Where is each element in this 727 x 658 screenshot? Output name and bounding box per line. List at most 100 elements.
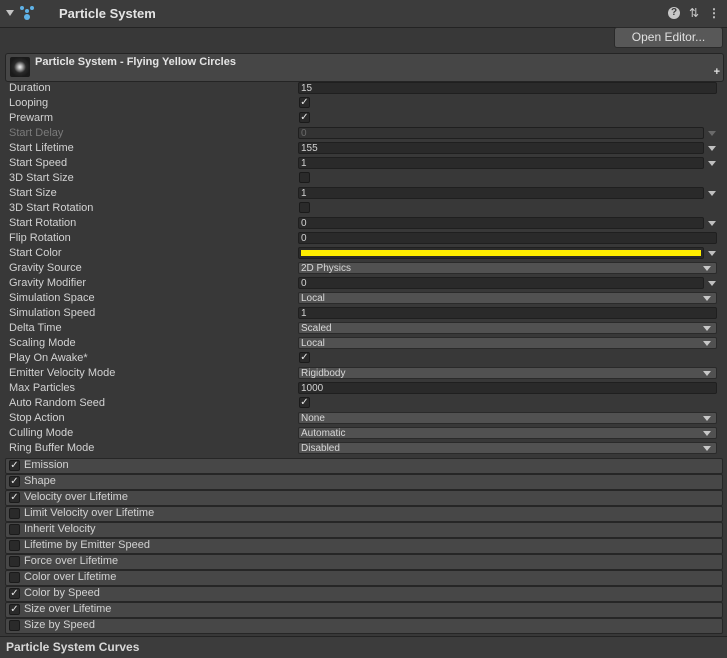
particle-system-curves-panel[interactable]: Particle System Curves <box>0 636 727 658</box>
kebab-menu-icon[interactable]: ⋮ <box>707 6 721 20</box>
module-emission[interactable]: ✓ Emission <box>5 458 723 474</box>
module-checkbox[interactable]: ✓ <box>9 476 20 487</box>
row-emitter-velocity-mode: Emitter Velocity Mode Rigidbody <box>0 366 727 381</box>
looping-checkbox[interactable]: ✓ <box>299 97 310 108</box>
main-module-header[interactable]: Particle System - Flying Yellow Circles … <box>5 53 724 82</box>
module-shape[interactable]: ✓ Shape <box>5 474 723 490</box>
module-checkbox[interactable] <box>9 572 20 583</box>
start-delay-field: 0 <box>298 127 704 139</box>
duration-field[interactable]: 15 <box>298 82 717 94</box>
row-start-rotation: Start Rotation 0 <box>0 216 727 231</box>
module-inherit-velocity[interactable]: Inherit Velocity <box>5 522 723 538</box>
gravity-modifier-field[interactable]: 0 <box>298 277 704 289</box>
module-label: Force over Lifetime <box>24 555 119 567</box>
module-label: Inherit Velocity <box>24 523 96 535</box>
play-on-awake-checkbox[interactable]: ✓ <box>299 352 310 363</box>
module-color-by-speed[interactable]: ✓ Color by Speed <box>5 586 723 602</box>
gravity-source-dropdown[interactable]: 2D Physics <box>298 262 717 274</box>
main-module-title: Particle System - Flying Yellow Circles <box>35 56 236 68</box>
property-label: Simulation Space <box>9 292 95 304</box>
module-force-over-lifetime[interactable]: Force over Lifetime <box>5 554 723 570</box>
chevron-down-icon[interactable] <box>708 221 716 226</box>
chevron-down-icon <box>703 296 711 301</box>
dropdown-value: Scaled <box>301 323 332 334</box>
property-label: Auto Random Seed <box>9 397 106 409</box>
start-size-field[interactable]: 1 <box>298 187 704 199</box>
chevron-down-icon[interactable] <box>708 281 716 286</box>
property-label: Start Speed <box>9 157 68 169</box>
start-color-field[interactable] <box>298 247 704 259</box>
curves-title: Particle System Curves <box>6 640 140 654</box>
row-start-speed: Start Speed 1 <box>0 156 727 171</box>
module-checkbox[interactable]: ✓ <box>9 492 20 503</box>
chevron-down-icon[interactable] <box>708 251 716 256</box>
ring-buffer-mode-dropdown[interactable]: Disabled <box>298 442 717 454</box>
simulation-space-dropdown[interactable]: Local <box>298 292 717 304</box>
module-lifetime-by-emitter-speed[interactable]: Lifetime by Emitter Speed <box>5 538 723 554</box>
3d-start-rotation-checkbox[interactable] <box>299 202 310 213</box>
max-particles-field[interactable]: 1000 <box>298 382 717 394</box>
module-label: Color by Speed <box>24 587 100 599</box>
module-color-over-lifetime[interactable]: Color over Lifetime <box>5 570 723 586</box>
open-editor-button[interactable]: Open Editor... <box>614 27 723 48</box>
property-label: Flip Rotation <box>9 232 71 244</box>
row-start-delay: Start Delay 0 <box>0 126 727 141</box>
chevron-down-icon <box>703 371 711 376</box>
flip-rotation-field[interactable]: 0 <box>298 232 717 244</box>
property-label: Scaling Mode <box>9 337 76 349</box>
module-limit-velocity-over-lifetime[interactable]: Limit Velocity over Lifetime <box>5 506 723 522</box>
stop-action-dropdown[interactable]: None <box>298 412 717 424</box>
presets-icon[interactable]: ⇅ <box>687 6 701 20</box>
chevron-down-icon[interactable] <box>708 146 716 151</box>
module-checkbox[interactable]: ✓ <box>9 460 20 471</box>
row-start-size: Start Size 1 <box>0 186 727 201</box>
row-play-on-awake: Play On Awake* ✓ <box>0 351 727 366</box>
add-module-button[interactable]: + <box>714 66 720 78</box>
dropdown-value: 2D Physics <box>301 263 352 274</box>
delta-time-dropdown[interactable]: Scaled <box>298 322 717 334</box>
3d-start-size-checkbox[interactable] <box>299 172 310 183</box>
dropdown-value: Disabled <box>301 443 340 454</box>
scaling-mode-dropdown[interactable]: Local <box>298 337 717 349</box>
emitter-velocity-mode-dropdown[interactable]: Rigidbody <box>298 367 717 379</box>
chevron-down-icon[interactable] <box>708 161 716 166</box>
module-checkbox[interactable]: ✓ <box>9 604 20 615</box>
module-label: Size over Lifetime <box>24 603 112 615</box>
row-stop-action: Stop Action None <box>0 411 727 426</box>
module-checkbox[interactable] <box>9 556 20 567</box>
row-prewarm: Prewarm ✓ <box>0 111 727 126</box>
start-lifetime-field[interactable]: 155 <box>298 142 704 154</box>
chevron-down-icon[interactable] <box>708 191 716 196</box>
module-label: Emission <box>24 459 69 471</box>
module-size-over-lifetime[interactable]: ✓ Size over Lifetime <box>5 602 723 618</box>
auto-random-seed-checkbox[interactable]: ✓ <box>299 397 310 408</box>
module-checkbox[interactable] <box>9 524 20 535</box>
module-checkbox[interactable]: ✓ <box>9 588 20 599</box>
dropdown-value: Local <box>301 338 325 349</box>
chevron-down-icon <box>703 341 711 346</box>
particle-system-icon <box>20 6 34 20</box>
prewarm-checkbox[interactable]: ✓ <box>299 112 310 123</box>
fold-arrow-icon[interactable] <box>6 10 14 16</box>
module-velocity-over-lifetime[interactable]: ✓ Velocity over Lifetime <box>5 490 723 506</box>
module-checkbox[interactable] <box>9 540 20 551</box>
property-label: Prewarm <box>9 112 54 124</box>
property-label: Simulation Speed <box>9 307 96 319</box>
dropdown-value: None <box>301 413 325 424</box>
help-icon[interactable]: ? <box>668 7 680 19</box>
culling-mode-dropdown[interactable]: Automatic <box>298 427 717 439</box>
property-label: Ring Buffer Mode <box>9 442 95 454</box>
property-label: Stop Action <box>9 412 65 424</box>
simulation-speed-field[interactable]: 1 <box>298 307 717 319</box>
module-size-by-speed[interactable]: Size by Speed <box>5 618 723 634</box>
module-label: Lifetime by Emitter Speed <box>24 539 150 551</box>
property-label: Culling Mode <box>9 427 74 439</box>
property-label: Looping <box>9 97 49 109</box>
module-checkbox[interactable] <box>9 508 20 519</box>
chevron-down-icon <box>703 266 711 271</box>
module-checkbox[interactable] <box>9 620 20 631</box>
row-3d-start-rotation: 3D Start Rotation <box>0 201 727 216</box>
start-speed-field[interactable]: 1 <box>298 157 704 169</box>
property-label: Gravity Source <box>9 262 82 274</box>
start-rotation-field[interactable]: 0 <box>298 217 704 229</box>
